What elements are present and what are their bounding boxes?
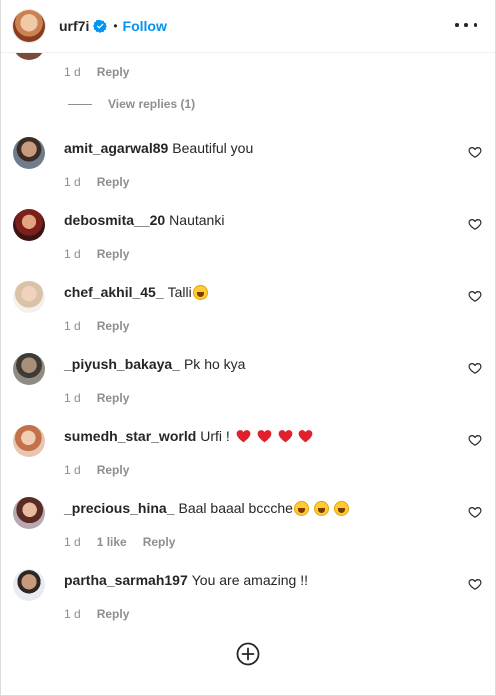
commenter-avatar[interactable]: [13, 569, 45, 601]
follow-button[interactable]: Follow: [123, 18, 167, 34]
comment-body: Beautiful you: [172, 140, 254, 156]
view-replies-label: View replies (1): [108, 97, 196, 111]
comment-meta: 1 d Reply: [64, 175, 129, 189]
red-heart-emoji-icon: [278, 430, 292, 443]
comment-time[interactable]: 1 d: [64, 463, 81, 477]
commenter-username[interactable]: chef_akhil_45_: [64, 284, 164, 300]
post-comments-panel: urf7i • Follow 1 d Reply View replies (1…: [0, 0, 496, 696]
comment-time[interactable]: 1 d: [64, 535, 81, 549]
commenter-avatar[interactable]: [13, 281, 45, 313]
comment-text: chef_akhil_45_ Talli: [64, 283, 208, 301]
comment-body: Pk ho kya: [183, 356, 246, 372]
comment-text: partha_sarmah197 You are amazing !!: [64, 571, 308, 589]
laughing-emoji-icon: [192, 285, 208, 300]
commenter-username[interactable]: partha_sarmah197: [64, 572, 188, 588]
comment-item: amit_agarwal89 Beautiful you 1 d Reply: [1, 137, 495, 209]
comment-text: _piyush_bakaya_ Pk ho kya: [64, 355, 245, 373]
author-username[interactable]: urf7i: [59, 18, 89, 34]
comment-text: sumedh_star_world Urfi !: [64, 427, 313, 445]
commenter-avatar[interactable]: [13, 425, 45, 457]
commenter-username[interactable]: debosmita__20: [64, 212, 165, 228]
commenter-avatar[interactable]: [13, 353, 45, 385]
commenter-username[interactable]: amit_agarwal89: [64, 140, 168, 156]
comment-time[interactable]: 1 d: [64, 247, 81, 261]
comment-item: partha_sarmah197 You are amazing !! 1 d R…: [1, 569, 495, 641]
like-heart-icon[interactable]: [468, 361, 482, 375]
comment-item: chef_akhil_45_ Talli 1 d Reply: [1, 281, 495, 353]
previous-comment-meta: 1 d Reply: [64, 65, 129, 79]
comment-item: debosmita__20 Nautanki 1 d Reply: [1, 209, 495, 281]
reply-button[interactable]: Reply: [97, 247, 130, 261]
comment-meta: 1 d Reply: [64, 391, 129, 405]
commenter-username[interactable]: _piyush_bakaya_: [64, 356, 180, 372]
like-heart-icon[interactable]: [468, 289, 482, 303]
like-heart-icon[interactable]: [468, 505, 482, 519]
comment-text: debosmita__20 Nautanki: [64, 211, 224, 229]
reply-button[interactable]: Reply: [97, 319, 130, 333]
reply-button[interactable]: Reply: [97, 607, 130, 621]
comment-body: Urfi !: [200, 428, 230, 444]
post-header: urf7i • Follow: [1, 0, 495, 53]
comment-item: sumedh_star_world Urfi ! 1 d Reply: [1, 425, 495, 497]
verified-badge-icon: [93, 19, 108, 33]
like-heart-icon[interactable]: [468, 217, 482, 231]
red-heart-emoji-icon: [299, 430, 313, 443]
comment-item: _piyush_bakaya_ Pk ho kya 1 d Reply: [1, 353, 495, 425]
likes-count[interactable]: 1 like: [97, 535, 127, 549]
comment-text: amit_agarwal89 Beautiful you: [64, 139, 253, 157]
red-heart-emoji-icon: [257, 430, 271, 443]
comment-time[interactable]: 1 d: [64, 391, 81, 405]
comment-time[interactable]: 1 d: [64, 175, 81, 189]
comment-meta: 1 d Reply: [64, 319, 129, 333]
comment-meta: 1 d 1 like Reply: [64, 535, 175, 549]
comment-meta: 1 d Reply: [64, 247, 129, 261]
like-heart-icon[interactable]: [468, 145, 482, 159]
commenter-username[interactable]: _precious_hina_: [64, 500, 175, 516]
comment-body: Nautanki: [169, 212, 225, 228]
commenter-avatar[interactable]: [13, 137, 45, 169]
commenter-avatar[interactable]: [13, 497, 45, 529]
laughing-emoji-icon: [313, 501, 329, 516]
reply-button[interactable]: Reply: [143, 535, 176, 549]
reply-button[interactable]: Reply: [97, 391, 130, 405]
more-options-icon[interactable]: [455, 15, 477, 35]
comment-body: You are amazing !!: [191, 572, 308, 588]
comment-meta: 1 d Reply: [64, 463, 129, 477]
like-heart-icon[interactable]: [468, 433, 482, 447]
header-separator: •: [113, 19, 118, 33]
like-heart-icon[interactable]: [468, 577, 482, 591]
view-replies-button[interactable]: View replies (1): [68, 97, 195, 111]
reply-button[interactable]: Reply: [97, 65, 130, 79]
reply-button[interactable]: Reply: [97, 463, 130, 477]
laughing-emoji-icon: [333, 501, 349, 516]
comment-body: Talli: [167, 284, 192, 300]
red-heart-emoji-icon: [236, 430, 251, 443]
commenter-avatar[interactable]: [13, 209, 45, 241]
comment-text: _precious_hina_ Baal baaal bccche: [64, 499, 349, 517]
laughing-emoji-icon: [293, 501, 309, 516]
comment-time[interactable]: 1 d: [64, 65, 81, 79]
comment-time[interactable]: 1 d: [64, 319, 81, 333]
author-avatar[interactable]: [13, 10, 45, 42]
commenter-username[interactable]: sumedh_star_world: [64, 428, 196, 444]
comment-item: _precious_hina_ Baal baaal bccche 1 d 1 l…: [1, 497, 495, 569]
view-replies-line: [68, 103, 92, 105]
reply-button[interactable]: Reply: [97, 175, 130, 189]
load-more-comments-icon[interactable]: [236, 642, 260, 666]
comment-body: Baal baaal bccche: [178, 500, 293, 516]
comment-meta: 1 d Reply: [64, 607, 129, 621]
comment-time[interactable]: 1 d: [64, 607, 81, 621]
